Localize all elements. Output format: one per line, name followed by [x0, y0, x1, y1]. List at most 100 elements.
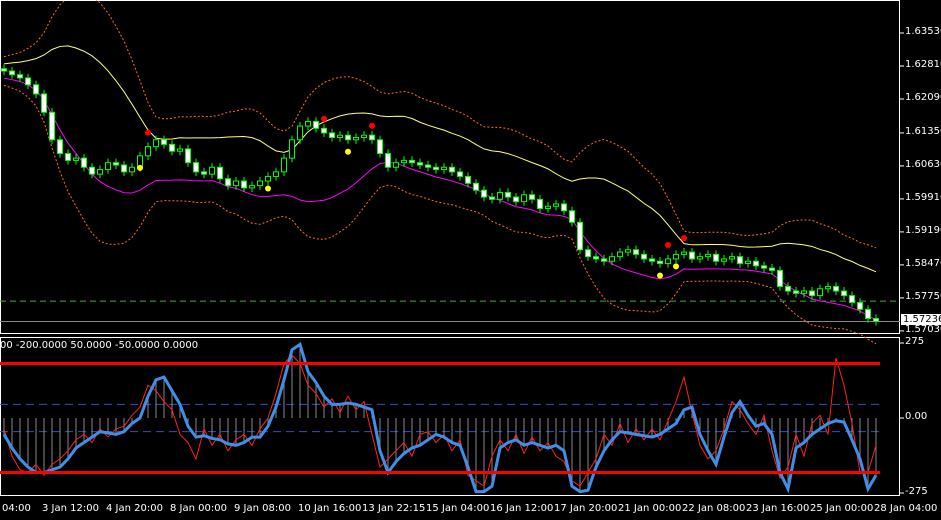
bull-candle [625, 249, 631, 253]
bear-candle [657, 260, 663, 265]
price-tick-label: 1.61350 [905, 125, 941, 137]
chart-window[interactable]: 00 -200.0000 50.0000 -50.0000 0.0000 1.5… [0, 0, 941, 520]
time-tick-label: 15 Jan 04:00 [426, 503, 490, 514]
bear-candle [185, 148, 191, 164]
bear-candle [1, 68, 7, 72]
bear-candle [329, 132, 335, 138]
bear-candle [457, 171, 463, 177]
time-tick-label: 3 Jan 12:00 [42, 503, 99, 514]
bear-candle [113, 162, 119, 166]
bull-candle [617, 251, 623, 258]
sell-signal-dot [145, 129, 151, 136]
price-tick-label: 1.57750 [905, 290, 941, 302]
bear-candle [465, 175, 471, 184]
lower-band [3, 77, 877, 321]
bull-candle [801, 290, 807, 294]
bear-candle [449, 166, 455, 173]
bear-candle [577, 221, 583, 251]
bear-candle [89, 166, 95, 175]
bear-candle [377, 139, 383, 155]
bull-candle [393, 162, 399, 168]
bear-candle [417, 162, 423, 166]
bear-candle [225, 178, 231, 187]
bull-candle [153, 139, 159, 148]
upper-band [3, 45, 877, 273]
bear-candle [25, 77, 31, 86]
bear-candle [161, 139, 167, 145]
bear-candle [217, 166, 223, 180]
bull-candle [609, 256, 615, 262]
bull-candle [337, 134, 343, 138]
price-tick-label: 1.57030 [905, 323, 941, 335]
bear-candle [737, 256, 743, 265]
time-tick-label: 23 Jan 16:00 [746, 503, 810, 514]
bear-candle [857, 301, 863, 310]
bear-candle [201, 171, 207, 175]
price-tick-label: 1.60630 [905, 158, 941, 170]
bull-candle [665, 258, 671, 265]
bear-candle [641, 253, 647, 260]
bull-candle [289, 139, 295, 159]
bear-candle [33, 84, 39, 95]
bull-candle [825, 285, 831, 290]
buy-signal-dot [673, 263, 679, 270]
bull-candle [233, 180, 239, 187]
time-tick-label: 25 Jan 00:00 [810, 503, 874, 514]
outer-lower-band [3, 84, 877, 345]
bear-candle [713, 253, 719, 262]
bear-candle [633, 249, 639, 255]
time-tick-label: 8 Jan 00:00 [170, 503, 227, 514]
time-tick-label: 16 Jan 12:00 [490, 503, 554, 514]
bear-candle [193, 162, 199, 173]
bull-candle [97, 169, 103, 175]
bear-candle [793, 290, 799, 294]
bear-candle [649, 258, 655, 262]
bear-candle [345, 134, 351, 141]
bear-candle [481, 189, 487, 198]
bull-candle [281, 157, 287, 173]
sell-signal-dot [369, 122, 375, 129]
bear-candle [65, 153, 71, 161]
bull-candle [273, 171, 279, 177]
bear-candle [241, 180, 247, 189]
bear-candle [121, 164, 127, 173]
bull-candle [361, 134, 367, 138]
bear-candle [809, 290, 815, 297]
time-tick-label: 22 Jan 08:00 [682, 503, 746, 514]
bull-candle [545, 205, 551, 210]
outer-upper-band [3, 0, 877, 249]
bear-candle [409, 159, 415, 164]
indicator-tick-label: -275 [905, 486, 928, 497]
sell-signal-dot [665, 241, 671, 248]
bull-candle [145, 146, 151, 157]
buy-signal-dot [265, 185, 271, 192]
bear-candle [41, 93, 47, 113]
bull-candle [249, 185, 255, 189]
bear-candle [753, 260, 759, 267]
price-tick-label: 1.63530 [905, 26, 941, 37]
bear-candle [17, 74, 23, 79]
time-tick-label: 04:00 [2, 503, 31, 514]
bear-candle [529, 194, 535, 200]
bear-candle [433, 166, 439, 171]
bull-candle [297, 125, 303, 141]
bear-candle [537, 198, 543, 210]
bear-candle [865, 308, 871, 320]
bull-candle [705, 253, 711, 258]
buy-signal-dot [137, 164, 143, 171]
bear-candle [785, 285, 791, 292]
bull-candle [721, 258, 727, 262]
bull-candle [209, 166, 215, 175]
bull-candle [497, 191, 503, 200]
bear-candle [849, 295, 855, 303]
bull-candle [265, 175, 271, 182]
bull-candle [817, 288, 823, 297]
indicator-label: 00 -200.0000 50.0000 -50.0000 0.0000 [0, 340, 199, 351]
bull-candle [73, 157, 79, 161]
chart-canvas[interactable] [0, 0, 941, 520]
time-tick-label: 28 Jan 04:00 [874, 503, 938, 514]
bull-candle [521, 194, 527, 203]
bull-candle [401, 159, 407, 164]
indicator-tick-label: 0.00 [905, 411, 928, 422]
bear-candle [321, 127, 327, 134]
